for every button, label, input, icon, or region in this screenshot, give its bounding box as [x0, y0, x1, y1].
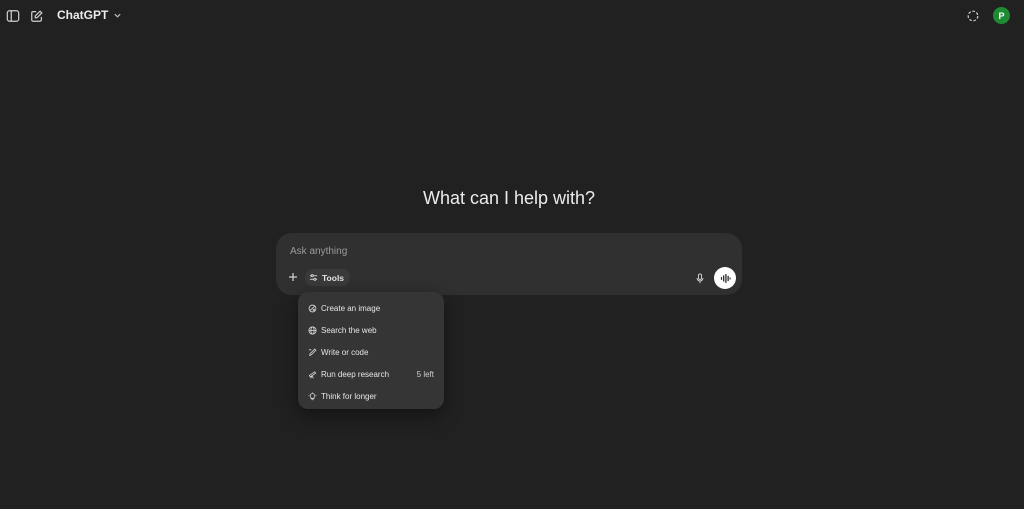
add-attachment-button[interactable] — [286, 270, 300, 284]
tools-label: Tools — [322, 272, 345, 283]
menu-item-label: Create an image — [321, 303, 381, 313]
avatar-initial: P — [998, 10, 1005, 21]
menu-item-deep-research[interactable]: Run deep research 5 left — [302, 363, 440, 385]
menu-item-write-code[interactable]: Write or code — [302, 341, 440, 363]
image-icon — [308, 304, 317, 312]
chevron-down-icon — [114, 13, 121, 18]
menu-item-label: Search the web — [321, 325, 377, 335]
globe-icon — [308, 325, 317, 335]
menu-item-create-image[interactable]: Create an image — [302, 297, 440, 319]
sidebar-toggle-icon[interactable] — [4, 7, 22, 25]
menu-item-search-web[interactable]: Search the web — [302, 319, 440, 341]
model-selector[interactable]: ChatGPT — [57, 8, 122, 22]
temporary-chat-icon[interactable] — [964, 7, 982, 25]
waveform-icon — [720, 273, 731, 283]
lightbulb-icon — [308, 391, 317, 400]
telescope-icon — [308, 370, 317, 378]
plus-icon — [289, 273, 297, 281]
model-name: ChatGPT — [57, 8, 109, 22]
sliders-icon — [309, 274, 318, 281]
new-chat-icon[interactable] — [28, 7, 46, 25]
menu-item-label: Write or code — [321, 347, 369, 357]
composer: Tools — [276, 233, 742, 295]
menu-item-think-longer[interactable]: Think for longer — [302, 385, 440, 407]
tools-menu: Create an image Search the web Write or … — [298, 292, 444, 409]
voice-mode-button[interactable] — [714, 267, 736, 289]
page-title: What can I help with? — [422, 188, 596, 208]
microphone-icon — [696, 272, 704, 283]
top-bar: ChatGPT P — [0, 0, 1024, 32]
user-avatar[interactable]: P — [993, 7, 1010, 24]
prompt-input[interactable] — [288, 243, 728, 259]
tools-button[interactable]: Tools — [305, 269, 351, 286]
dictate-button[interactable] — [694, 271, 706, 285]
menu-item-label: Run deep research — [321, 369, 390, 379]
deep-research-remaining-badge: 5 left — [416, 369, 434, 379]
menu-item-label: Think for longer — [321, 391, 377, 401]
pen-icon — [308, 348, 317, 356]
